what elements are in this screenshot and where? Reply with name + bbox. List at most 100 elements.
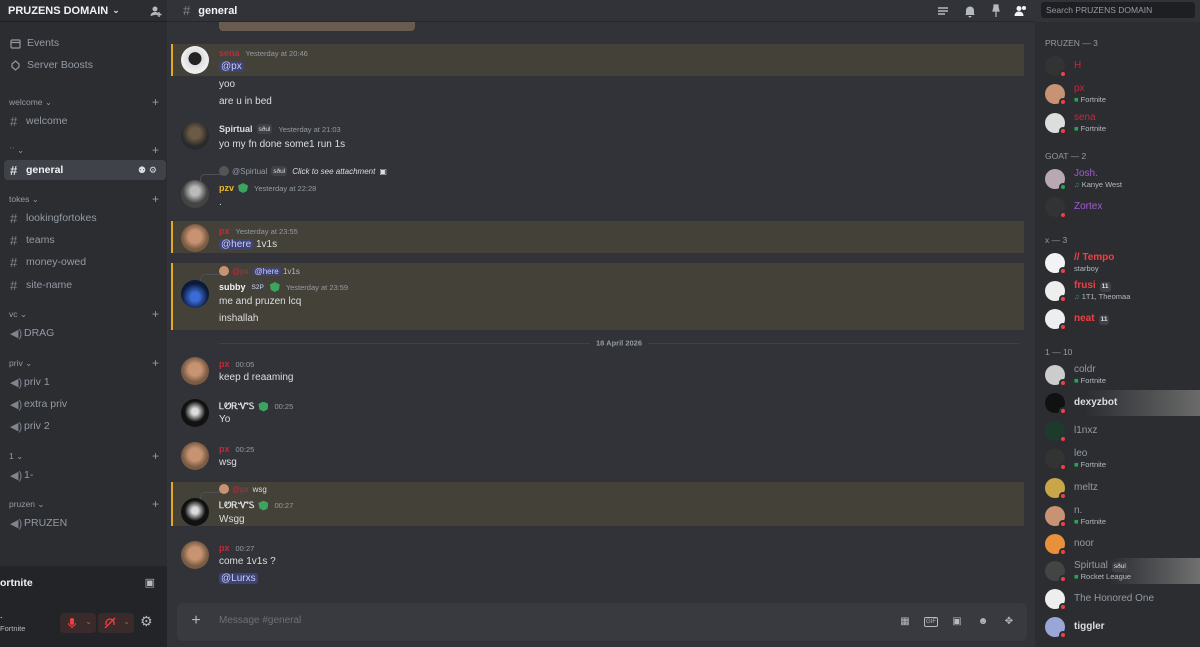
message-author[interactable]: subby — [219, 282, 246, 292]
attachment-image-preview[interactable] — [219, 22, 415, 31]
avatar[interactable] — [181, 357, 209, 385]
avatar[interactable] — [181, 498, 209, 526]
member-item[interactable]: The Honored One — [1035, 586, 1200, 612]
message-author[interactable]: px — [219, 543, 230, 553]
message-row-highlighted[interactable] — [171, 482, 1024, 526]
member-item[interactable]: px ■ Fortnite — [1035, 81, 1200, 107]
message-author[interactable]: ᏞᏬᎡᏉᏚ — [219, 500, 254, 511]
avatar[interactable] — [181, 399, 209, 427]
message-input[interactable]: Message #general — [219, 615, 301, 626]
message-composer[interactable]: + Message #general ▦ GIF ▣ ☻ ✥ — [177, 603, 1027, 641]
channel-site-name[interactable]: # site-name — [4, 275, 166, 295]
channel-settings-icons[interactable]: ⚉⚙ — [138, 165, 160, 176]
member-item[interactable]: dexyzbot — [1035, 390, 1200, 416]
member-item[interactable]: tiggler — [1035, 614, 1200, 640]
reply-reference[interactable]: @px @here 1v1s — [219, 266, 300, 276]
avatar[interactable] — [181, 442, 209, 470]
add-channel-icon[interactable]: + — [152, 143, 159, 157]
member-item[interactable]: sena ■ Fortnite — [1035, 110, 1200, 136]
apps-icon[interactable]: ✥ — [1002, 615, 1016, 629]
message-author[interactable]: pzv — [219, 183, 234, 193]
channel-drag[interactable]: ◀) DRAG — [4, 323, 166, 343]
category-pruzen[interactable]: pruzen ⌄ + — [9, 497, 159, 511]
message-header: px Yesterday at 23:55 — [219, 226, 298, 236]
member-item[interactable]: Spirtual sðul ■ Rocket League — [1035, 558, 1200, 584]
member-item[interactable]: // Tempo starboy — [1035, 250, 1200, 276]
here-mention[interactable]: @here — [219, 239, 254, 250]
gift-icon[interactable]: ▦ — [898, 615, 912, 629]
reply-reference[interactable]: @Spirtual sðul Click to see attachment ▣ — [219, 166, 387, 176]
screen-share-icon[interactable]: ▣ — [145, 576, 155, 589]
gif-icon[interactable]: GIF — [924, 617, 938, 627]
member-item[interactable]: frusi 11 ♫ 1T1, Theomaa — [1035, 278, 1200, 304]
user-mention[interactable]: @Lurxs — [219, 573, 258, 584]
message-list[interactable]: sena Yesterday at 20:46 @px yoo are u in … — [167, 22, 1035, 600]
invite-people-icon[interactable] — [149, 4, 163, 18]
message-author[interactable]: px — [219, 359, 230, 369]
avatar[interactable] — [181, 122, 209, 150]
member-item[interactable]: n. ■ Fortnite — [1035, 503, 1200, 529]
member-item[interactable]: meltz — [1035, 475, 1200, 501]
channel-extra-priv[interactable]: ◀) extra priv — [4, 394, 166, 414]
channel-welcome[interactable]: # welcome — [4, 111, 166, 131]
user-mention[interactable]: @px — [219, 61, 244, 72]
add-channel-icon[interactable]: + — [152, 95, 159, 109]
add-channel-icon[interactable]: + — [152, 307, 159, 321]
channel-teams[interactable]: # teams — [4, 230, 166, 250]
guild-tag-badge[interactable]: sðul — [256, 124, 273, 134]
member-item[interactable]: coldr ■ Fortnite — [1035, 362, 1200, 388]
channel-priv-1[interactable]: ◀) priv 1 — [4, 372, 166, 392]
sticker-icon[interactable]: ▣ — [950, 615, 964, 629]
search-input[interactable]: Search PRUZENS DOMAIN — [1041, 2, 1195, 18]
member-item[interactable]: l1nxz — [1035, 418, 1200, 444]
mute-button[interactable]: ⌄ — [60, 613, 96, 633]
message-row-highlighted[interactable] — [171, 221, 1024, 253]
avatar[interactable] — [181, 180, 209, 208]
message-author[interactable]: px — [219, 226, 230, 236]
reply-reference[interactable]: @px wsg — [219, 484, 267, 494]
add-channel-icon[interactable]: + — [152, 192, 159, 206]
channel-priv-2[interactable]: ◀) priv 2 — [4, 416, 166, 436]
member-item[interactable]: leo ■ Fortnite — [1035, 446, 1200, 472]
sidebar-item-events[interactable]: Events — [0, 32, 167, 54]
sidebar-item-server-boosts[interactable]: Server Boosts — [0, 54, 167, 76]
member-item[interactable]: neat 11 — [1035, 306, 1200, 332]
add-channel-icon[interactable]: + — [152, 497, 159, 511]
pin-icon[interactable] — [989, 4, 1003, 18]
channel-1-[interactable]: ◀) 1- — [4, 465, 166, 485]
category-quotes[interactable]: ˈˈ ⌄ + — [9, 143, 159, 157]
member-item[interactable]: Josh. ♫ Kanye West — [1035, 166, 1200, 192]
channel-pruzen[interactable]: ◀) PRUZEN — [4, 513, 166, 533]
threads-icon[interactable] — [936, 4, 950, 18]
channel-money-owed[interactable]: # money-owed — [4, 252, 166, 272]
avatar[interactable] — [181, 280, 209, 308]
message-author[interactable]: Spirtual — [219, 124, 253, 134]
upload-plus-button[interactable]: + — [187, 612, 205, 630]
avatar[interactable] — [181, 46, 209, 74]
message-author[interactable]: ᏞᏬᎡᏉᏚ — [219, 401, 254, 412]
guild-tag-badge[interactable]: S2P — [249, 282, 266, 292]
message-author[interactable]: px — [219, 444, 230, 454]
deafen-button[interactable]: ⌄ — [98, 613, 134, 633]
avatar[interactable] — [181, 224, 209, 252]
category-welcome[interactable]: welcome ⌄ + — [9, 95, 159, 109]
server-header[interactable]: PRUZENS DOMAIN ⌄ — [0, 0, 167, 22]
notification-bell-icon[interactable] — [963, 4, 977, 18]
member-item[interactable]: H — [1035, 53, 1200, 79]
member-item[interactable]: Zortex — [1035, 194, 1200, 220]
add-channel-icon[interactable]: + — [152, 356, 159, 370]
channel-lookingfortokes[interactable]: # lookingfortokes — [4, 208, 166, 228]
category-tokes[interactable]: tokes ⌄ + — [9, 192, 159, 206]
channel-general[interactable]: # general ⚉⚙ — [4, 160, 166, 180]
avatar[interactable] — [181, 541, 209, 569]
add-channel-icon[interactable]: + — [152, 449, 159, 463]
message-timestamp: Yesterday at 21:03 — [278, 124, 341, 134]
user-settings-gear-icon[interactable]: ⚙ — [140, 613, 153, 630]
category-1[interactable]: 1 ⌄ + — [9, 449, 159, 463]
emoji-icon[interactable]: ☻ — [976, 615, 990, 629]
category-vc[interactable]: vc ⌄ + — [9, 307, 159, 321]
category-priv[interactable]: priv ⌄ + — [9, 356, 159, 370]
member-list-icon[interactable] — [1014, 4, 1028, 18]
member-item[interactable]: noor — [1035, 531, 1200, 557]
message-author[interactable]: sena — [219, 48, 240, 58]
